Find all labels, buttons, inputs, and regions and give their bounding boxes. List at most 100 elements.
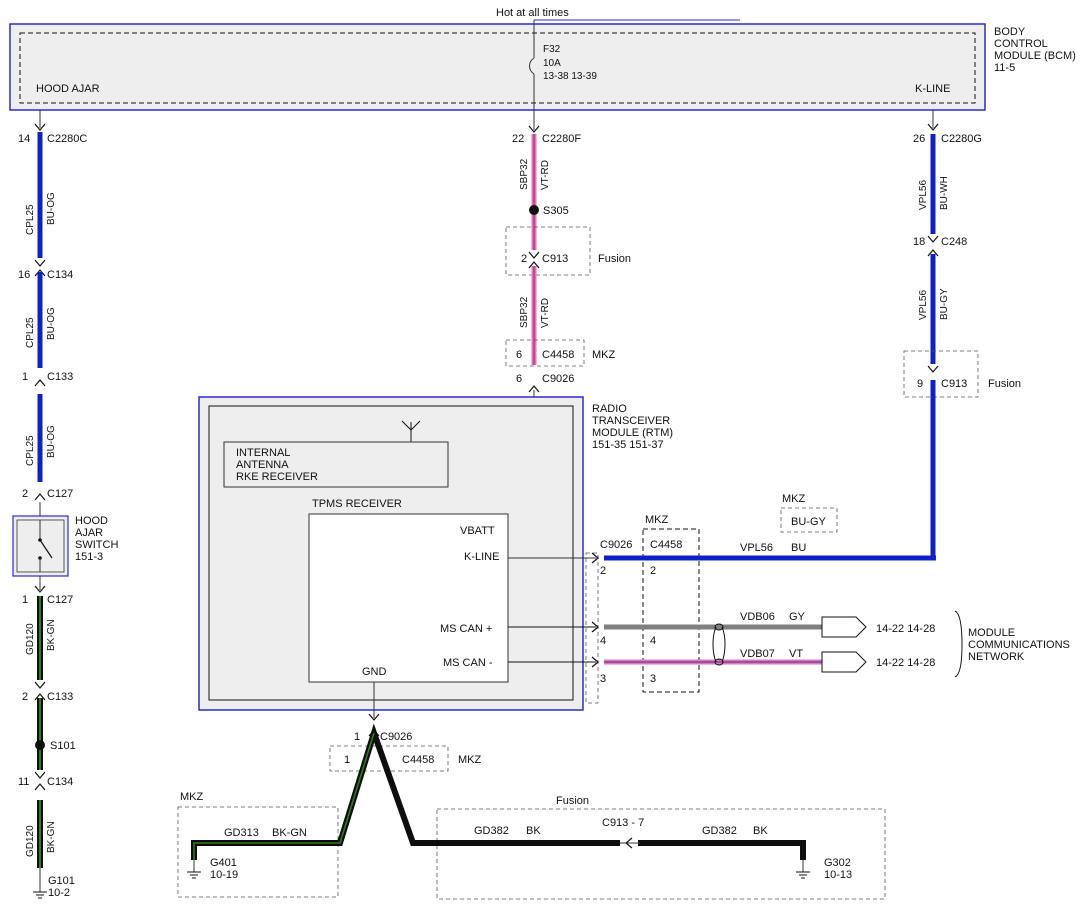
gd313-label: GD313 [224,827,259,839]
twisted-pair-icon [712,626,726,663]
connector-arrow-icon [34,681,46,689]
ground-g401-icon [187,860,201,879]
kline-pin-2: 2 [650,565,656,577]
switch-line-4: 151-3 [75,551,103,563]
right-c913-note: Fusion [988,378,1021,390]
diagram-canvas: BODY CONTROL MODULE (BCM) 11-5 HOOD AJAR… [9,7,1076,900]
switch-line-2: AJAR [75,527,103,539]
ground-g101-icon [33,891,47,899]
kline-pin: 2 [600,565,606,577]
g401-ref: 10-19 [210,869,238,881]
c2280f-pin: 22 [512,133,524,145]
w2-circuit: CPL25 [25,317,36,348]
bcm-name-4: 11-5 [994,62,1015,74]
right-w1-color: BU-WH [939,176,950,210]
bcm-name-2: CONTROL [994,38,1048,50]
wire-gd382-b [638,840,806,860]
g401-label: G401 [210,857,237,869]
mcn-line-3: NETWORK [968,651,1025,663]
right-w2-circuit: VPL56 [918,290,929,320]
connector-arrow-icon [927,235,939,243]
w4-color: BK-GN [46,619,57,651]
mcn-line-1: MODULE [968,627,1015,639]
c134a-pin: 16 [18,269,30,281]
gd382a-color: BK [526,825,541,837]
mcn-line-2: COMMUNICATIONS [968,639,1070,651]
c133a-pin: 1 [22,371,28,383]
c127a-pin: 2 [22,488,28,500]
mid-c913-pin: 2 [521,253,527,265]
c127b-pin: 1 [22,594,28,606]
bcm-pin-k-line: K-LINE [915,83,950,95]
mid-w2-color: VT-RD [540,298,551,328]
s101-label: S101 [50,740,76,752]
mid-w1-circuit: SBP32 [519,158,530,190]
g101-ref: 10-2 [48,887,70,899]
bcm-name-3: MODULE (BCM) [994,50,1076,62]
gnd-c4458: C4458 [402,754,434,766]
antenna-line-1: INTERNAL [236,447,290,459]
switch-line-1: HOOD [75,515,108,527]
pin-vbatt: VBATT [460,525,495,537]
c134a-label: C134 [47,269,73,281]
gd382b-label: GD382 [702,825,737,837]
ms-can-plus-arrow-icon [821,616,867,638]
gd313-color: BK-GN [272,827,307,839]
c134b-pin: 11 [18,776,29,788]
kline-circuit: VPL56 [740,542,773,554]
hood-ajar-switch [12,515,69,577]
connector-arrow-icon [34,259,46,267]
antenna-line-3: RKE RECEIVER [236,471,318,483]
canp-ref: 14-22 14-28 [876,623,935,635]
tpms-title: TPMS RECEIVER [312,498,402,510]
net-mkz-color: BU-GY [791,516,827,528]
net-c4458-note: MKZ [645,514,669,526]
w1-circuit: CPL25 [25,204,36,235]
connector-arrow-icon [34,493,46,501]
network-wires: MKZ BU-GY C9026 MKZ C4458 2 2 VPL56 BU 4… [508,493,1070,704]
mid-w2-circuit: SBP32 [519,296,530,328]
right-w1-circuit: VPL56 [918,180,929,210]
gnd-c9026-pin: 1 [354,731,360,743]
pin-ms-can-plus: MS CAN + [440,623,492,635]
net-mkz-label: MKZ [782,493,806,505]
pin-ms-can-minus: MS CAN - [443,657,493,669]
bcm-name-1: BODY [994,26,1026,38]
canm-circuit: VDB07 [740,648,775,660]
left-circuit: 14 C2280C CPL25 BU-OG 16 C134 CPL25 BU-O… [12,110,118,899]
rtm-name-4: 151-35 151-37 [592,439,664,451]
gnd-mkz-label: MKZ [180,791,204,803]
ms-can-minus-arrow-icon [821,651,867,673]
w1-color: BU-OG [46,192,57,225]
c127b-label: C127 [47,594,73,606]
fuse-ref: 13-38 13-39 [543,71,597,82]
c2280f-label: C2280F [542,133,581,145]
canp-circuit: VDB06 [740,611,775,623]
kline-color: BU [791,542,806,554]
splice-s101-icon [35,740,45,750]
c248-pin: 18 [913,236,925,248]
canm-pin: 3 [600,673,606,685]
canm-color: VT [789,648,803,660]
gd382a-label: GD382 [474,825,509,837]
switch-line-3: SWITCH [75,539,118,551]
c2280c-label: C2280C [47,133,87,145]
fuse-rating: 10A [543,58,561,69]
mid-w1-color: VT-RD [540,160,551,190]
connector-arrow-icon [34,771,46,779]
c133a-label: C133 [47,371,73,383]
w5-circuit: GD120 [25,825,36,857]
rtm-name-3: MODULE (RTM) [592,427,673,439]
c2280c-pin: 14 [18,133,30,145]
connector-arrow-icon [927,365,939,373]
right-w2-color: BU-GY [939,288,950,320]
connector-arrow-icon [34,783,46,791]
g101-label: G101 [48,875,75,887]
gnd-c4458-note: MKZ [458,754,482,766]
mid-c4458-label: C4458 [542,349,574,361]
s305-label: S305 [543,205,569,217]
bcm-pin-hood-ajar: HOOD AJAR [36,83,100,95]
w5-color: BK-GN [46,821,57,853]
mid-c4458-note: MKZ [592,349,616,361]
w3-color: BU-OG [46,425,57,458]
